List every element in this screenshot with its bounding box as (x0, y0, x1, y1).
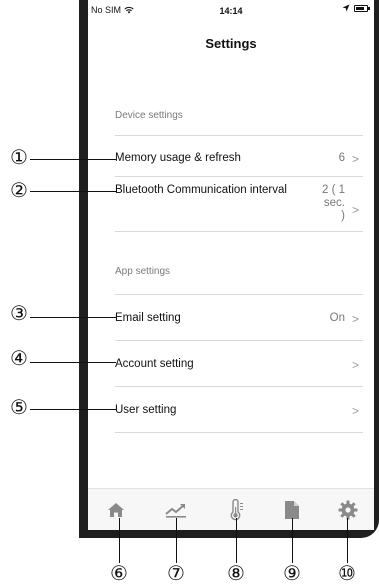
divider (115, 176, 363, 177)
callout-line-7 (176, 518, 177, 563)
callout-line-1 (30, 159, 116, 160)
callout-line-10 (347, 518, 348, 563)
chevron-right-icon: > (351, 203, 359, 217)
battery-icon (354, 4, 370, 12)
callout-line-9 (292, 518, 293, 563)
bluetooth-interval-value: 2 ( 1 sec. ) (317, 184, 345, 223)
callout-line-8 (236, 518, 237, 563)
divider (115, 135, 363, 136)
callout-line-6 (119, 518, 120, 563)
callout-6: ⑥ (110, 561, 128, 585)
tab-settings[interactable] (336, 499, 360, 521)
callout-line-2 (30, 191, 116, 192)
bluetooth-value-line1: 2 ( 1 (321, 184, 345, 196)
app-screen: No SIM 14:14 Settings Device settings Me… (88, 0, 374, 530)
memory-usage-label: Memory usage & refresh (115, 152, 241, 164)
app-settings-header: App settings (115, 266, 171, 277)
chevron-right-icon: > (351, 312, 359, 326)
divider (115, 231, 363, 232)
callout-2: ② (10, 178, 28, 202)
email-setting-row[interactable]: Email setting On > (115, 312, 363, 328)
page-title: Settings (205, 36, 257, 51)
callout-10: ⑩ (338, 561, 356, 585)
gear-icon (338, 500, 358, 520)
callout-9: ⑨ (283, 561, 301, 585)
divider (115, 386, 363, 387)
email-setting-value: On (329, 312, 345, 324)
home-icon (108, 503, 124, 517)
callout-7: ⑦ (167, 561, 185, 585)
chevron-right-icon: > (351, 152, 359, 166)
bluetooth-interval-row[interactable]: Bluetooth Communication interval 2 ( 1 s… (115, 184, 363, 228)
email-setting-label: Email setting (115, 312, 181, 324)
account-setting-row[interactable]: Account setting > (115, 358, 363, 374)
user-setting-label: User setting (115, 404, 177, 416)
memory-usage-row[interactable]: Memory usage & refresh 6 > (115, 152, 363, 168)
divider (115, 432, 363, 433)
document-icon (285, 501, 299, 519)
device-settings-header: Device settings (115, 110, 183, 121)
callout-line-4 (30, 362, 116, 363)
status-time: 14:14 (219, 6, 243, 16)
chevron-right-icon: > (351, 358, 359, 372)
location-arrow-icon (342, 4, 350, 12)
bluetooth-value-line3: ) (341, 210, 345, 222)
account-setting-label: Account setting (115, 358, 194, 370)
memory-usage-value: 6 (338, 152, 345, 164)
divider (115, 340, 363, 341)
callout-4: ④ (10, 346, 28, 370)
callout-line-5 (30, 409, 116, 410)
callout-1: ① (10, 145, 28, 169)
divider (115, 294, 363, 295)
bluetooth-value-line2: sec. (323, 197, 345, 209)
callout-line-3 (30, 317, 116, 318)
tab-bar (88, 488, 374, 530)
user-setting-row[interactable]: User setting > (115, 404, 363, 420)
bluetooth-interval-label: Bluetooth Communication interval (115, 184, 287, 196)
chevron-right-icon: > (351, 404, 359, 418)
status-bar: No SIM 14:14 (88, 0, 374, 22)
callout-8: ⑧ (227, 561, 245, 585)
callout-3: ③ (10, 301, 28, 325)
trend-chart-icon (165, 504, 186, 518)
tab-home[interactable] (104, 499, 128, 521)
callout-5: ⑤ (10, 395, 28, 419)
